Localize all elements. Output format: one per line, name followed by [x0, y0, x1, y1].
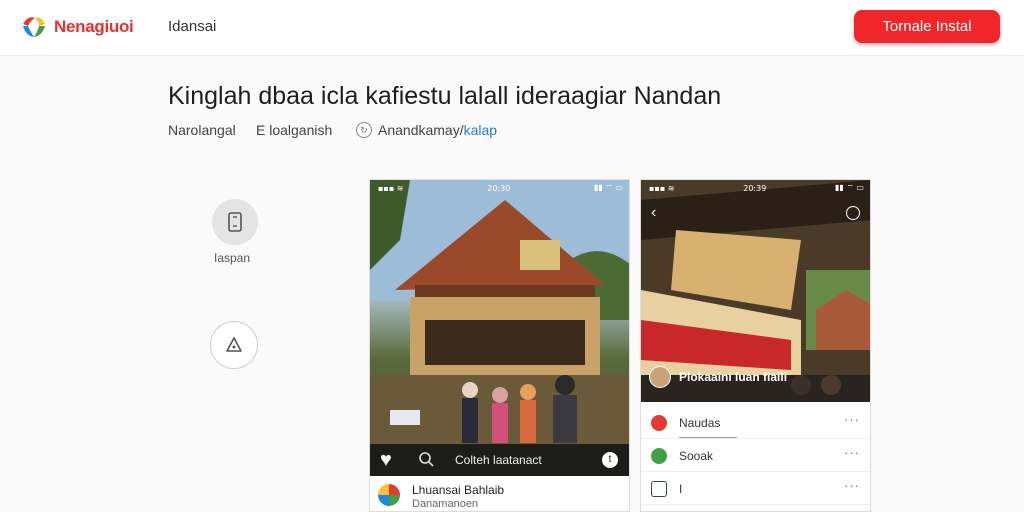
- status-battery: ▮▮ ⌔ ▭: [594, 183, 623, 192]
- app-logo-icon[interactable]: [20, 12, 48, 40]
- options-circle-icon[interactable]: [846, 206, 860, 220]
- list-item[interactable]: Sooak ···: [641, 439, 870, 472]
- comment-input[interactable]: Colteh laatanact: [455, 453, 542, 467]
- search-icon[interactable]: [418, 451, 434, 467]
- poster-avatar: [649, 366, 671, 388]
- post-option-list: Naudas ··· Sooak ··· I ···: [641, 406, 870, 505]
- status-battery: ▮▮ ⌔ ▭: [835, 183, 864, 192]
- screenshot-feed-post[interactable]: ▪▪▪ ≋ 20:30 ▮▮ ⌔ ▭ ♥ Colteh laatanact t …: [369, 179, 630, 512]
- side-action-label: Iaspan: [214, 251, 251, 265]
- link-icon: ↻: [356, 122, 372, 138]
- post-action-bar: ♥ Colteh laatanact t: [370, 444, 629, 476]
- install-button[interactable]: Tornale Instal: [854, 10, 1000, 43]
- top-header: Nenagiuoi Idansai Tornale Instal: [0, 0, 1024, 56]
- list-item-label: I: [679, 482, 683, 496]
- article-author[interactable]: Narolangal: [168, 122, 236, 138]
- list-item-label: Naudas: [679, 416, 721, 430]
- status-signal: ▪▪▪ ≋: [649, 183, 675, 193]
- status-bar: ▪▪▪ ≋ 20:39 ▮▮ ⌔ ▭: [641, 180, 870, 196]
- page-title: Kinglah dbaa icla kafiestu lalall ideraa…: [168, 82, 722, 110]
- author-subtitle: Danamanoen: [412, 498, 479, 510]
- screenshot-post-detail[interactable]: ▪▪▪ ≋ 20:39 ▮▮ ⌔ ▭ ‹ Plokaaini luan fiai…: [640, 179, 871, 512]
- square-icon: [651, 481, 667, 497]
- label-underline: [679, 437, 737, 438]
- more-icon[interactable]: ···: [844, 412, 860, 427]
- post-author-row[interactable]: Lhuansai Bahlaib Danamanoen: [370, 476, 629, 511]
- status-time: 20:30: [487, 183, 511, 193]
- language-selector[interactable]: Idansai: [168, 18, 216, 35]
- list-item-label: Sooak: [679, 449, 714, 463]
- status-signal: ▪▪▪ ≋: [378, 183, 404, 193]
- status-time: 20:39: [743, 183, 767, 193]
- link-text-prefix: Anandkamay/: [378, 122, 464, 138]
- article-category[interactable]: E loalganish: [256, 122, 332, 138]
- caption-text: Plokaaini luan fiaili: [679, 370, 788, 384]
- house-scene-image: [370, 180, 629, 445]
- red-dot-icon: [651, 415, 667, 431]
- download-action-button[interactable]: [212, 199, 258, 245]
- author-avatar: [378, 484, 400, 506]
- share-action-button[interactable]: [210, 321, 258, 369]
- brand-name[interactable]: Nenagiuoi: [54, 17, 134, 37]
- back-arrow-icon[interactable]: ‹: [651, 204, 656, 222]
- village-sign-photo: ▪▪▪ ≋ 20:39 ▮▮ ⌔ ▭ ‹ Plokaaini luan fiai…: [641, 180, 870, 402]
- village-house-photo: ▪▪▪ ≋ 20:30 ▮▮ ⌔ ▭: [370, 180, 629, 476]
- link-text-accent[interactable]: kalap: [464, 122, 497, 138]
- post-caption: Plokaaini luan fiaili: [649, 366, 787, 388]
- author-name: Lhuansai Bahlaib: [412, 483, 505, 497]
- status-bar: ▪▪▪ ≋ 20:30 ▮▮ ⌔ ▭: [370, 180, 629, 196]
- article-link[interactable]: ↻ Anandkamay/kalap: [356, 122, 497, 138]
- like-heart-icon[interactable]: ♥: [380, 450, 392, 470]
- list-item[interactable]: Naudas ···: [641, 406, 870, 439]
- more-icon[interactable]: ···: [844, 445, 860, 460]
- list-item[interactable]: I ···: [641, 472, 870, 505]
- green-dot-icon: [651, 448, 667, 464]
- phone-icon: [228, 212, 242, 232]
- warning-icon: [226, 337, 242, 352]
- share-icon[interactable]: t: [602, 452, 618, 468]
- more-icon[interactable]: ···: [844, 478, 860, 493]
